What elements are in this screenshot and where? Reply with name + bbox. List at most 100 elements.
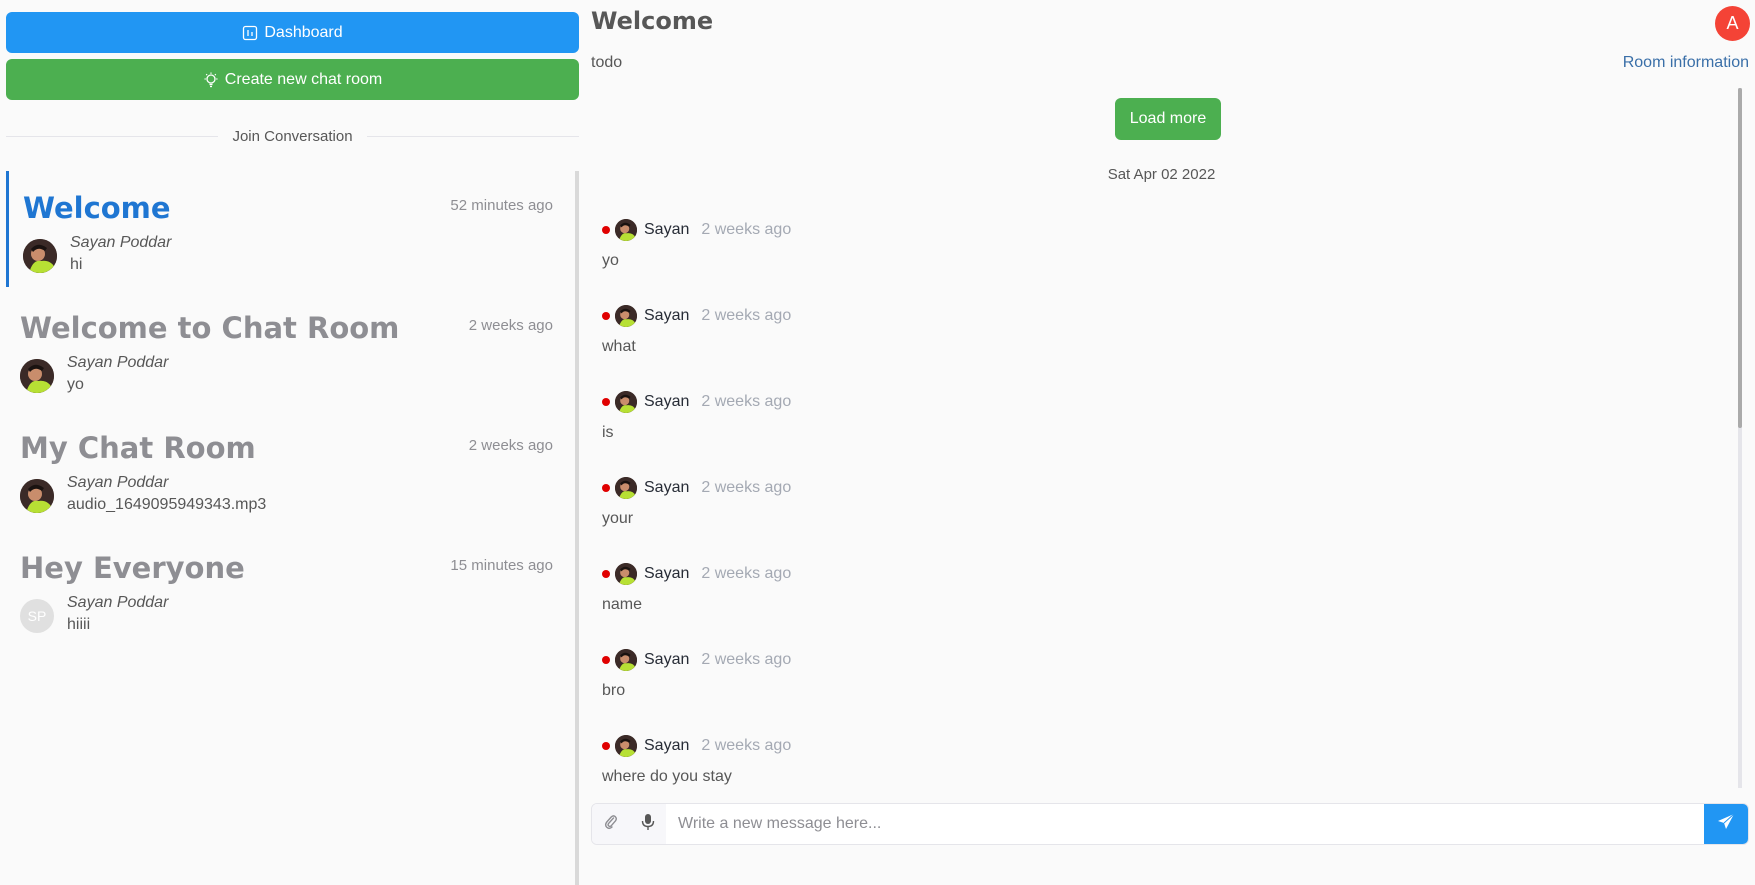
message-text: yo	[602, 252, 619, 269]
room-author: Sayan Poddar	[67, 474, 169, 491]
message-header: Sayan 2 weeks ago	[602, 304, 1702, 328]
message-item: Sayan 2 weeks ago is	[602, 390, 1702, 476]
message-input[interactable]	[666, 804, 1704, 844]
message-time: 2 weeks ago	[701, 221, 792, 238]
room-meta-text: Sayan Poddar hiiii	[67, 593, 168, 637]
presence-indicator	[602, 226, 610, 234]
message-time: 2 weeks ago	[701, 307, 792, 324]
room-meta: Sayan Poddar hi	[23, 233, 553, 277]
message-item: Sayan 2 weeks ago name	[602, 562, 1702, 648]
presence-indicator	[602, 656, 610, 664]
room-meta: Sayan Poddar audio_1649095949343.mp3	[20, 473, 553, 517]
room-time: 2 weeks ago	[468, 437, 553, 454]
message-text: what	[602, 338, 636, 355]
message-header: Sayan 2 weeks ago	[602, 734, 1702, 758]
send-icon	[1717, 813, 1735, 836]
avatar	[615, 219, 637, 241]
message-item: Sayan 2 weeks ago your	[602, 476, 1702, 562]
lightbulb-icon	[203, 72, 219, 88]
message-author[interactable]: Sayan	[644, 737, 689, 755]
chat-title: Welcome	[591, 7, 714, 35]
room-meta: Sayan Poddar yo	[20, 353, 553, 397]
message-scrollbar-thumb[interactable]	[1738, 88, 1742, 428]
message-author[interactable]: Sayan	[644, 565, 689, 583]
presence-indicator	[602, 398, 610, 406]
message-time: 2 weeks ago	[701, 393, 792, 410]
message-header: Sayan 2 weeks ago	[602, 218, 1702, 242]
create-chat-room-button[interactable]: Create new chat room	[6, 59, 579, 100]
room-author: Sayan Poddar	[70, 234, 172, 251]
avatar	[615, 391, 637, 413]
attach-button[interactable]	[592, 804, 629, 844]
message-author[interactable]: Sayan	[644, 221, 689, 239]
divider-label: Join Conversation	[232, 127, 353, 145]
divider-line	[366, 135, 580, 137]
paperclip-icon	[604, 814, 618, 835]
dashboard-button[interactable]: Dashboard	[6, 12, 579, 53]
chat-description: todo	[591, 54, 623, 71]
room-meta-text: Sayan Poddar audio_1649095949343.mp3	[67, 473, 266, 517]
message-author[interactable]: Sayan	[644, 307, 689, 325]
room-time: 52 minutes ago	[450, 197, 553, 214]
message-header: Sayan 2 weeks ago	[602, 648, 1702, 672]
room-last-message: audio_1649095949343.mp3	[67, 496, 267, 513]
message-text: bro	[602, 682, 626, 699]
room-author: Sayan Poddar	[67, 594, 169, 611]
presence-indicator	[602, 484, 610, 492]
load-more-button[interactable]: Load more	[1115, 98, 1221, 140]
message-composer	[591, 803, 1749, 845]
presence-indicator	[602, 742, 610, 750]
sidebar: Dashboard Create new chat room Join Conv…	[0, 0, 580, 885]
message-text: is	[602, 424, 614, 441]
message-item: Sayan 2 weeks ago yo	[602, 218, 1702, 304]
room-time: 15 minutes ago	[450, 557, 553, 574]
room-time: 2 weeks ago	[468, 317, 553, 334]
room-meta: SP Sayan Poddar hiiii	[20, 593, 553, 637]
avatar: SP	[20, 599, 54, 633]
message-author[interactable]: Sayan	[644, 393, 689, 411]
room-meta-text: Sayan Poddar hi	[70, 233, 171, 277]
message-time: 2 weeks ago	[701, 479, 792, 496]
date-separator: Sat Apr 02 2022	[1107, 166, 1216, 183]
message-header: Sayan 2 weeks ago	[602, 390, 1702, 414]
room-last-message: hiiii	[67, 616, 91, 633]
message-author[interactable]: Sayan	[644, 479, 689, 497]
message-time: 2 weeks ago	[701, 651, 792, 668]
room-last-message: hi	[70, 256, 83, 273]
message-header: Sayan 2 weeks ago	[602, 562, 1702, 586]
message-item: Sayan 2 weeks ago what	[602, 304, 1702, 390]
room-item[interactable]: My Chat Room 2 weeks ago Sayan Poddar au…	[6, 411, 571, 527]
avatar	[615, 649, 637, 671]
join-conversation-divider: Join Conversation	[6, 124, 580, 148]
presence-indicator	[602, 312, 610, 320]
room-last-message: yo	[67, 376, 84, 393]
room-item[interactable]: Hey Everyone 15 minutes ago SP Sayan Pod…	[6, 531, 571, 647]
message-text: your	[602, 510, 634, 527]
presence-indicator	[602, 570, 610, 578]
avatar	[23, 239, 57, 273]
message-header: Sayan 2 weeks ago	[602, 476, 1702, 500]
microphone-button[interactable]	[629, 804, 666, 844]
create-chat-room-label: Create new chat room	[224, 70, 383, 88]
avatar	[615, 305, 637, 327]
room-author: Sayan Poddar	[67, 354, 169, 371]
dashboard-icon	[242, 25, 258, 41]
message-author[interactable]: Sayan	[644, 651, 689, 669]
avatar	[615, 735, 637, 757]
message-time: 2 weeks ago	[701, 565, 792, 582]
room-meta-text: Sayan Poddar yo	[67, 353, 168, 397]
room-list: Welcome 52 minutes ago Sayan Poddar hi W…	[6, 171, 579, 885]
avatar	[615, 477, 637, 499]
message-text: name	[602, 596, 643, 613]
send-button[interactable]	[1704, 804, 1748, 844]
message-item: Sayan 2 weeks ago bro	[602, 648, 1702, 734]
divider-line	[6, 135, 219, 137]
avatar	[20, 359, 54, 393]
message-text: where do you stay	[602, 768, 732, 785]
room-item[interactable]: Welcome 52 minutes ago Sayan Poddar hi	[6, 171, 571, 287]
user-avatar[interactable]: A	[1715, 6, 1750, 41]
room-information-link[interactable]: Room information	[1623, 54, 1749, 72]
dashboard-label: Dashboard	[264, 23, 343, 41]
message-time: 2 weeks ago	[701, 737, 792, 754]
room-item[interactable]: Welcome to Chat Room 2 weeks ago Sayan P…	[6, 291, 571, 407]
